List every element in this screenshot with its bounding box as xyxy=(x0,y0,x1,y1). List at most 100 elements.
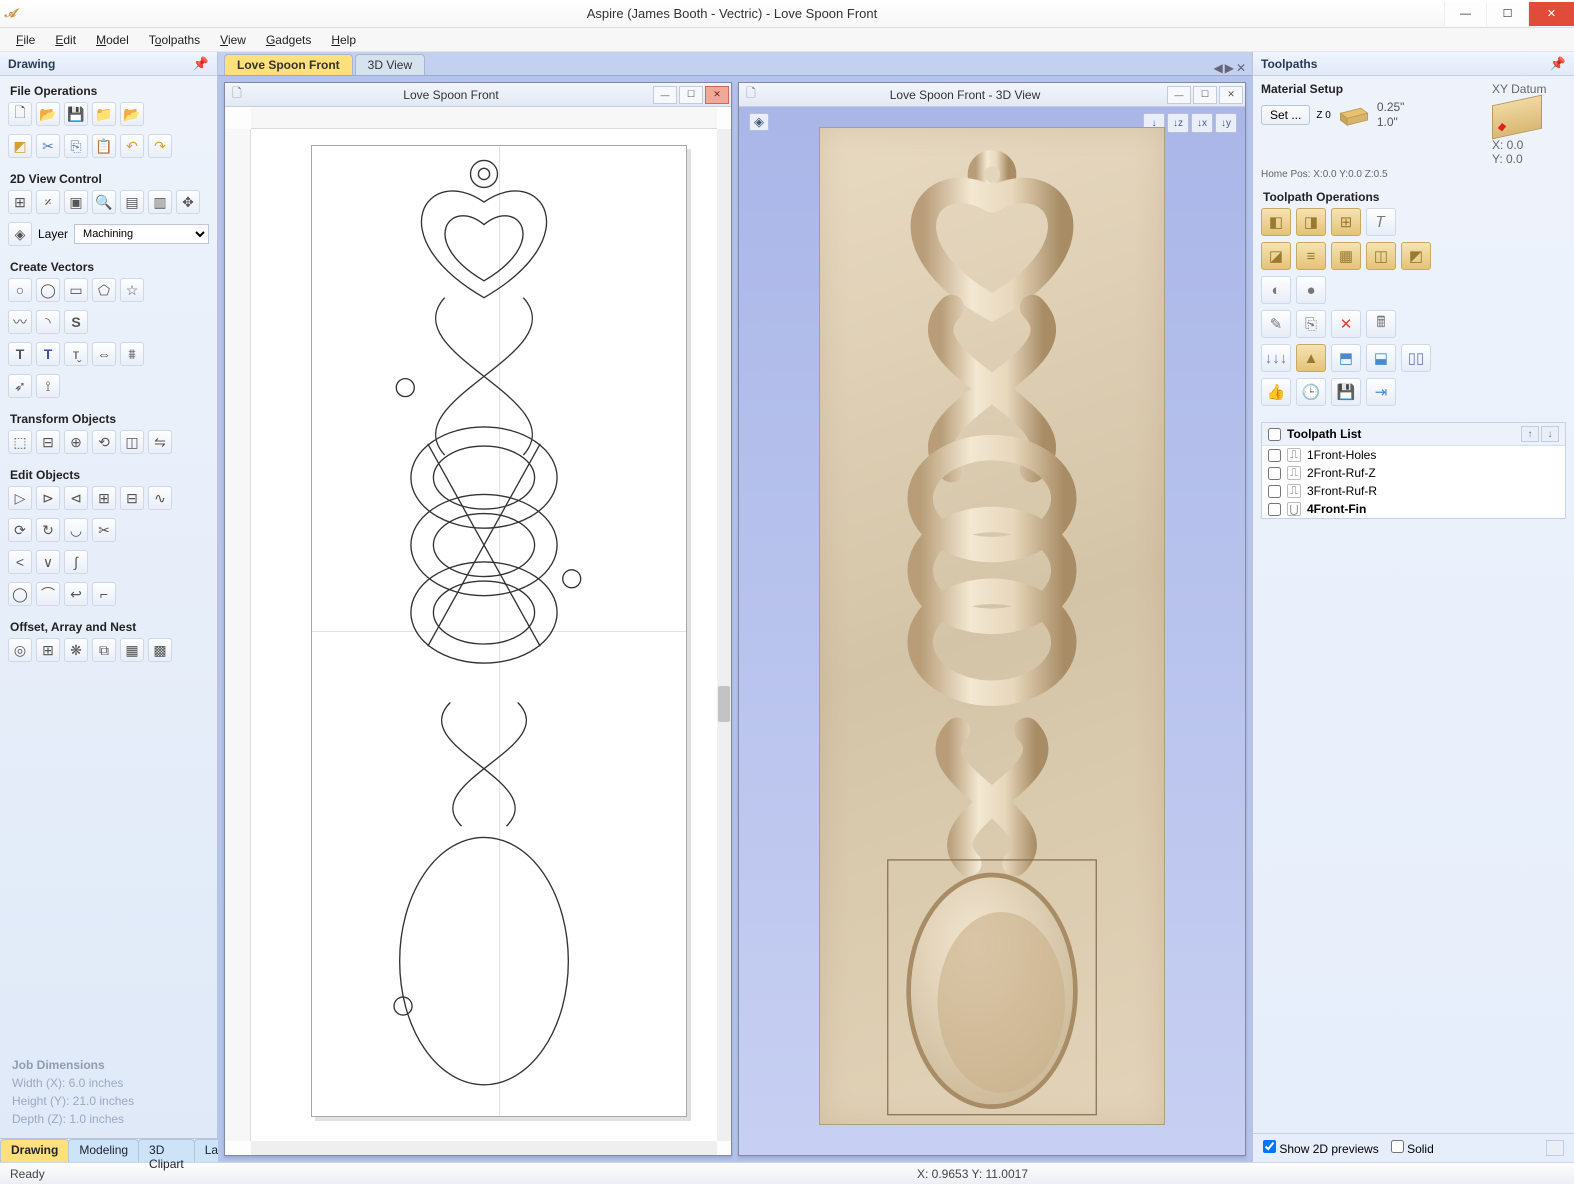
profile-toolpath-icon[interactable]: ◧ xyxy=(1261,208,1291,236)
pocket-toolpath-icon[interactable]: ◨ xyxy=(1296,208,1326,236)
cut-icon[interactable]: ✂ xyxy=(36,134,60,158)
zoom-fit-icon[interactable]: 𝄎 xyxy=(36,190,60,214)
curve-fit-icon[interactable]: ∫ xyxy=(64,550,88,574)
view-3d[interactable]: ◈ ↓ ↓z ↓x ↓y xyxy=(739,107,1245,1155)
fluting-toolpath-icon[interactable]: ≡ xyxy=(1296,242,1326,270)
copy-along-icon[interactable]: ⧉ xyxy=(92,638,116,662)
mdi-2d-maximize[interactable]: ☐ xyxy=(679,86,703,104)
star-tool-icon[interactable]: ☆ xyxy=(120,278,144,302)
split-icon[interactable]: ⌐ xyxy=(92,582,116,606)
clock-icon[interactable]: 🕒 xyxy=(1296,378,1326,406)
redo-icon[interactable]: ↷ xyxy=(148,134,172,158)
save-file-icon[interactable]: 💾 xyxy=(64,102,88,126)
circular-array-icon[interactable]: ❋ xyxy=(64,638,88,662)
trim-icon[interactable]: ✂ xyxy=(92,518,116,542)
menu-help[interactable]: Help xyxy=(323,31,364,49)
nest-icon[interactable]: ▦ xyxy=(120,638,144,662)
tab-close-icon[interactable]: ✕ xyxy=(1236,61,1246,75)
array-icon[interactable]: ⊞ xyxy=(36,638,60,662)
polygon-tool-icon[interactable]: ⬠ xyxy=(92,278,116,302)
group-icon[interactable]: ⊞ xyxy=(92,486,116,510)
open-file-icon[interactable]: 📂 xyxy=(36,102,60,126)
menu-toolpaths[interactable]: Toolpaths xyxy=(141,31,208,49)
material-set-button[interactable]: Set ... xyxy=(1261,105,1310,125)
mdi-2d-minimize[interactable]: — xyxy=(653,86,677,104)
texture-toolpath-icon[interactable]: ▦ xyxy=(1331,242,1361,270)
tile-toolpath-icon[interactable]: ▯▯ xyxy=(1401,344,1431,372)
rectangle-tool-icon[interactable]: ▭ xyxy=(64,278,88,302)
doc-tab-3d[interactable]: 3D View xyxy=(355,54,425,75)
menu-edit[interactable]: Edit xyxy=(47,31,84,49)
drilling-toolpath-icon[interactable]: ⊞ xyxy=(1331,208,1361,236)
close-vector-icon[interactable]: ◯ xyxy=(8,582,32,606)
measure-tool-icon[interactable]: ⟟ xyxy=(36,374,60,398)
text-tool-icon[interactable]: T xyxy=(8,342,32,366)
window-minimize-button[interactable]: — xyxy=(1444,2,1486,26)
mdi-3d-minimize[interactable]: — xyxy=(1167,86,1191,104)
copy-icon[interactable]: ⎘ xyxy=(64,134,88,158)
weld-icon[interactable]: ∨ xyxy=(36,550,60,574)
menu-file[interactable]: File xyxy=(8,31,43,49)
solid-toggle[interactable]: Solid xyxy=(1391,1140,1434,1156)
extend-icon[interactable]: < xyxy=(8,550,32,574)
save-toolpath-icon[interactable]: 💾 xyxy=(1331,378,1361,406)
solid-checkbox[interactable] xyxy=(1391,1140,1404,1153)
drawing-canvas[interactable] xyxy=(251,129,717,1141)
view-z-icon[interactable]: ↓z xyxy=(1167,113,1189,133)
menu-gadgets[interactable]: Gadgets xyxy=(258,31,319,49)
menu-model[interactable]: Model xyxy=(88,31,137,49)
smooth-icon[interactable]: ∿ xyxy=(148,486,172,510)
scale-tool-icon[interactable]: ◫ xyxy=(120,430,144,454)
preview-toolpath-icon[interactable]: ▲ xyxy=(1296,344,1326,372)
delete-toolpath-icon[interactable]: ✕ xyxy=(1331,310,1361,338)
toolpath-list-checkall[interactable] xyxy=(1268,428,1281,441)
reverse-icon[interactable]: ↩ xyxy=(64,582,88,606)
3d-rough-toolpath-icon[interactable]: ◐ xyxy=(1261,276,1291,304)
open-vector-icon[interactable]: ⌒ xyxy=(36,582,60,606)
footer-expand-icon[interactable] xyxy=(1546,1140,1564,1156)
trace-bitmap-icon[interactable]: ⩩ xyxy=(120,342,144,366)
zoom-selection-icon[interactable]: ▣ xyxy=(64,190,88,214)
toolpath-item[interactable]: ⋃4Front-Fin xyxy=(1262,500,1565,518)
grid-icon[interactable]: ⊞ xyxy=(8,190,32,214)
plate-layout-icon[interactable]: ▩ xyxy=(148,638,172,662)
toolpath-visible-checkbox[interactable] xyxy=(1268,467,1281,480)
undo-icon[interactable]: ↶ xyxy=(120,134,144,158)
dimension-tool-icon[interactable]: ⇔ xyxy=(92,342,116,366)
crop-icon[interactable]: ◩ xyxy=(8,134,32,158)
select-tool-icon[interactable]: ▷ xyxy=(8,486,32,510)
scrollbar-horizontal[interactable] xyxy=(251,1141,717,1155)
mdi-3d-maximize[interactable]: ☐ xyxy=(1193,86,1217,104)
export-toolpath-icon[interactable]: ⇥ xyxy=(1366,378,1396,406)
vcarve-toolpath-icon[interactable]: ◪ xyxy=(1261,242,1291,270)
text-box-tool-icon[interactable]: T xyxy=(36,342,60,366)
estimate-time-icon[interactable]: 👍 xyxy=(1261,378,1291,406)
circle-tool-icon[interactable]: ○ xyxy=(8,278,32,302)
ellipse-tool-icon[interactable]: ◯ xyxy=(36,278,60,302)
move-tool-icon[interactable]: ⬚ xyxy=(8,430,32,454)
polyline-tool-icon[interactable]: 〰 xyxy=(8,310,32,334)
zoom-window-icon[interactable]: 🔍 xyxy=(92,190,116,214)
window-close-button[interactable]: ✕ xyxy=(1528,2,1574,26)
fillet-icon[interactable]: ◡ xyxy=(64,518,88,542)
spiral-tool-icon[interactable]: S xyxy=(64,310,88,334)
toolpath-item[interactable]: ⎍3Front-Ruf-R xyxy=(1262,482,1565,500)
doc-tab-2d[interactable]: Love Spoon Front xyxy=(224,54,353,75)
view-x-icon[interactable]: ↓x xyxy=(1191,113,1213,133)
view-2d[interactable] xyxy=(225,107,731,1155)
show-2d-previews-checkbox[interactable] xyxy=(1263,1140,1276,1153)
save-as-icon[interactable]: 📁 xyxy=(92,102,116,126)
toolpath-move-down-icon[interactable]: ↓ xyxy=(1541,426,1559,442)
toolpath-move-up-icon[interactable]: ↑ xyxy=(1521,426,1539,442)
center-tool-icon[interactable]: ⊕ xyxy=(64,430,88,454)
copy-toolpath-icon[interactable]: ⎘ xyxy=(1296,310,1326,338)
reset-preview-icon[interactable]: ⬓ xyxy=(1366,344,1396,372)
toolpath-visible-checkbox[interactable] xyxy=(1268,449,1281,462)
mirror-tool-icon[interactable]: ⇋ xyxy=(148,430,172,454)
ungroup-icon[interactable]: ⊟ xyxy=(120,486,144,510)
text-on-curve-icon[interactable]: ᴛ̬ xyxy=(64,342,88,366)
recalc-all-icon[interactable]: ↓↓↓ xyxy=(1261,344,1291,372)
toolpath-visible-checkbox[interactable] xyxy=(1268,485,1281,498)
pin-icon[interactable]: 📌 xyxy=(193,56,209,72)
calculator-icon[interactable]: 🖩 xyxy=(1366,310,1396,338)
